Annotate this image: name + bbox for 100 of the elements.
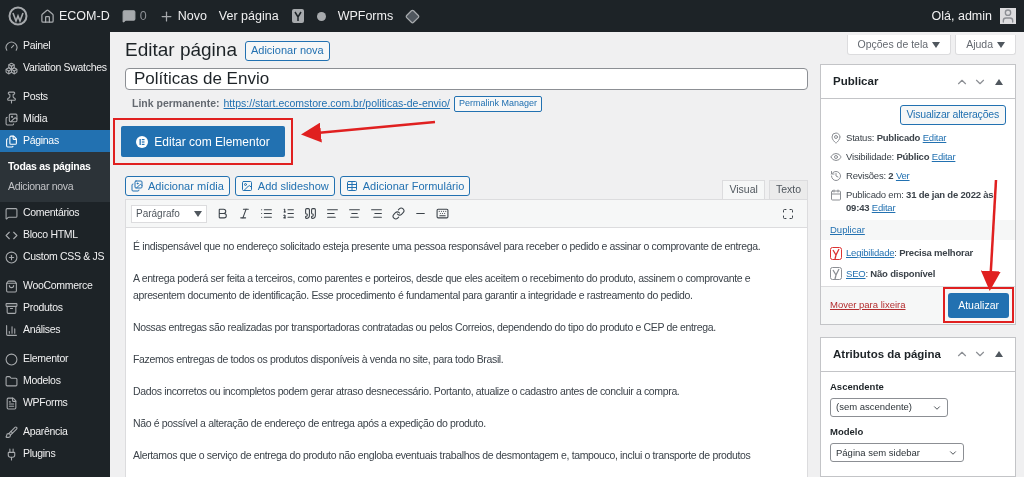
- sidebar-item[interactable]: Aparência: [0, 421, 110, 443]
- pages-icon: [5, 134, 18, 148]
- sidebar-item[interactable]: Mídia: [0, 108, 110, 130]
- align-center-icon[interactable]: [348, 207, 361, 220]
- sidebar-item[interactable]: Produtos: [0, 297, 110, 319]
- sidebar-item[interactable]: Plugins: [0, 443, 110, 465]
- box-title: Atributos da página: [833, 346, 941, 362]
- form-icon: [5, 396, 18, 410]
- bar-chart-icon: [5, 323, 18, 337]
- box-icon: [5, 301, 18, 315]
- plugin-icon[interactable]: [290, 8, 305, 24]
- edit-link[interactable]: Editar: [931, 151, 956, 162]
- caret-icon: [194, 210, 202, 217]
- add-new-button[interactable]: Adicionar nova: [244, 40, 330, 61]
- publish-info: Revisões: 2 Ver: [846, 169, 910, 182]
- bullet-list-icon[interactable]: [260, 207, 273, 220]
- title-field[interactable]: Políticas de Envio: [125, 68, 808, 90]
- sidebar-item[interactable]: Painel: [0, 35, 110, 57]
- edit-link[interactable]: Editar: [871, 202, 896, 213]
- sidebar-item[interactable]: Modelos: [0, 370, 110, 392]
- sidebar-item[interactable]: WooCommerce: [0, 275, 110, 297]
- sidebar-item[interactable]: Custom CSS & JS: [0, 246, 110, 268]
- view-page-link[interactable]: Ver página: [218, 6, 279, 26]
- duplicate-link[interactable]: Duplicar: [830, 224, 865, 235]
- sidebar-item[interactable]: Páginas: [0, 130, 110, 152]
- keyboard-icon[interactable]: [436, 207, 449, 220]
- permalink-link[interactable]: https://start.ecomstore.com.br/politicas-de-envio/: [223, 96, 450, 112]
- page-heading: Editar página: [125, 38, 237, 63]
- media-button[interactable]: Adicionar mídia: [125, 176, 230, 196]
- greeting-link[interactable]: Olá, admin: [931, 6, 992, 26]
- edit-link[interactable]: Editar: [922, 132, 947, 143]
- template-select[interactable]: Página sem sidebar: [830, 443, 964, 463]
- trash-link[interactable]: Mover para lixeira: [830, 298, 906, 313]
- align-left-icon[interactable]: [326, 207, 339, 220]
- publish-info: Status: Publicado Editar: [846, 131, 947, 144]
- score-info: Legibilidade: Precisa melhorar: [846, 246, 974, 261]
- diamond-icon[interactable]: [405, 8, 421, 24]
- site-link[interactable]: ECOM-D: [59, 6, 110, 26]
- paragraph: Não é possível a alteração de endereço de entrega após a expedição do produto.: [133, 416, 487, 431]
- update-button[interactable]: Atualizar: [948, 293, 1009, 319]
- media-icon: [131, 180, 143, 192]
- boxes-icon: [5, 61, 18, 75]
- calendar-icon: [830, 189, 842, 201]
- comment-count: 0: [139, 7, 147, 25]
- numbered-list-icon[interactable]: [282, 207, 295, 220]
- preview-button[interactable]: Visualizar alterações: [899, 105, 1006, 125]
- paragraph: A entrega poderá ser feita a terceiros, como parentes e porteiros, desde que eles aceitem o recebimento do produto, assinem o comprovante e apresentem documento de identificação. Esse procedimento é fundamental para garantir a integridade e rastreamento do pedido.: [133, 271, 752, 303]
- publish-info: Visibilidade: Público Editar: [846, 150, 956, 163]
- sidebar-item[interactable]: Análises: [0, 319, 110, 341]
- score-info: SEO: Não disponível: [846, 266, 936, 281]
- forms-link[interactable]: WPForms: [337, 6, 394, 26]
- new-link[interactable]: Novo: [177, 6, 207, 26]
- sidebar-item[interactable]: Comentários: [0, 202, 110, 224]
- field-label: Modelo: [830, 425, 865, 439]
- plus-circle-icon: [5, 250, 18, 264]
- bag-icon: [5, 279, 18, 293]
- elementor-icon: [136, 135, 149, 148]
- screen-option-tab[interactable]: Opções de tela: [846, 35, 952, 55]
- paragraph: Alertamos que o serviço de entrega do produto não engloba eventuais trabalhos de desmontagem e, tampouco, inclui o transporte de produtos: [133, 448, 752, 463]
- sidebar-item[interactable]: Variation Swatches: [0, 57, 110, 79]
- format-select[interactable]: Parágrafo: [131, 204, 207, 223]
- media-button[interactable]: Add slideshow: [234, 176, 335, 196]
- sidebar-item[interactable]: Bloco HTML: [0, 224, 110, 246]
- comment-icon: [5, 206, 18, 220]
- pin-icon: [830, 132, 842, 144]
- image-icon: [240, 180, 253, 192]
- editor-tab[interactable]: Texto: [768, 180, 808, 199]
- link-icon[interactable]: [392, 207, 405, 220]
- fullscreen-icon[interactable]: [782, 207, 794, 220]
- submenu-item[interactable]: Todas as páginas: [0, 157, 110, 177]
- editor-tab[interactable]: Visual: [722, 180, 765, 199]
- italic-icon[interactable]: [238, 207, 251, 220]
- sidebar-item[interactable]: Posts: [0, 86, 110, 108]
- plug-icon: [5, 447, 18, 461]
- pin-icon: [5, 90, 18, 104]
- submenu-item[interactable]: Adicionar nova: [0, 177, 110, 197]
- bold-icon[interactable]: [216, 207, 229, 220]
- media-button[interactable]: Adicionar Formulário: [339, 176, 471, 196]
- brush-icon: [5, 425, 18, 439]
- collapse-icon[interactable]: [995, 351, 1003, 358]
- collapse-icon[interactable]: [995, 78, 1003, 85]
- permalink-manager-button[interactable]: Permalink Manager: [453, 96, 542, 112]
- sidebar-item[interactable]: Elementor: [0, 348, 110, 370]
- field-label: Ascendente: [830, 379, 885, 394]
- paragraph: É indispensável que no endereço solicitado esteja presente uma pessoa responsável para receber o pedido e assinar o comprovante de entrega.: [133, 239, 762, 254]
- elementor-button[interactable]: Editar com Elementor: [121, 126, 285, 157]
- align-right-icon[interactable]: [370, 207, 383, 220]
- logo-icon[interactable]: [8, 6, 28, 26]
- eye-icon: [830, 151, 842, 163]
- images-icon: [5, 112, 18, 126]
- sidebar-item[interactable]: WPForms: [0, 392, 110, 414]
- home-icon[interactable]: [40, 8, 55, 24]
- parent-select[interactable]: (sem ascendente): [830, 398, 948, 417]
- paragraph: Fazemos entregas de todos os produtos disponíveis à venda no site, para todo Brasil.: [133, 352, 505, 367]
- plus-icon[interactable]: [158, 8, 174, 24]
- comment-icon[interactable]: [121, 9, 136, 23]
- screen-option-tab[interactable]: Ajuda: [955, 35, 1016, 55]
- edit-link[interactable]: Ver: [895, 170, 910, 181]
- history-icon: [830, 170, 842, 182]
- quote-icon[interactable]: [304, 207, 317, 220]
